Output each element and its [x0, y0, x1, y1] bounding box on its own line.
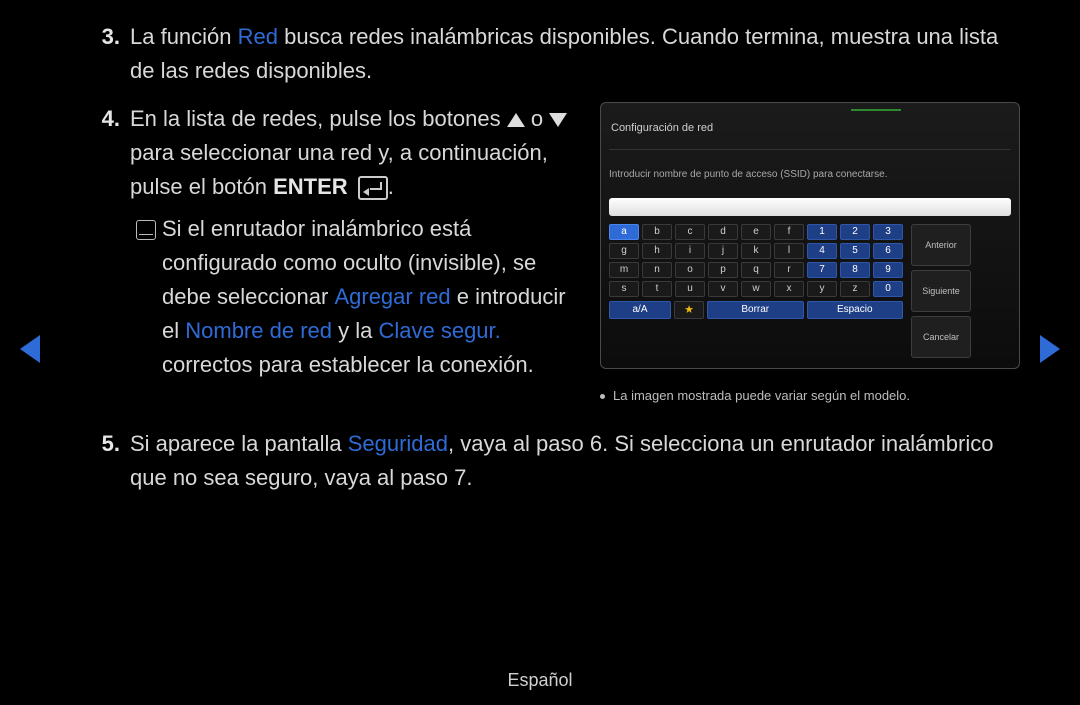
highlight-nombre-red: Nombre de red	[185, 318, 332, 343]
text: Si aparece la pantalla	[130, 431, 348, 456]
text: correctos para establecer la conexión.	[162, 352, 534, 377]
next-button[interactable]: Siguiente	[911, 270, 971, 312]
highlight-red: Red	[238, 24, 278, 49]
text: o	[531, 106, 549, 131]
highlight-clave-segur: Clave segur.	[378, 318, 500, 343]
step-body: Si aparece la pantalla Seguridad, vaya a…	[130, 427, 1020, 495]
highlight-seguridad: Seguridad	[348, 431, 448, 456]
cancel-button[interactable]: Cancelar	[911, 316, 971, 358]
step-number: 5.	[60, 427, 130, 495]
text: .	[388, 174, 394, 199]
next-page-arrow[interactable]	[1040, 335, 1060, 363]
space-key[interactable]: Espacio	[807, 301, 904, 319]
note-icon	[130, 212, 162, 382]
star-key[interactable]: ★	[674, 301, 704, 319]
step-body: La función Red busca redes inalámbricas …	[130, 20, 1020, 88]
step-4: 4. En la lista de redes, pulse los boton…	[60, 102, 1020, 413]
keyboard-grid: abcdef123ghijkl456mnopqr789stuvwxyz0	[609, 224, 903, 297]
ssid-input[interactable]	[609, 198, 1011, 216]
up-arrow-icon	[507, 113, 525, 127]
key-u[interactable]: u	[675, 281, 705, 297]
enter-icon	[358, 176, 388, 200]
keyboard-title: Configuración de red	[609, 109, 1011, 150]
down-arrow-icon	[549, 113, 567, 127]
note-block: Si el enrutador inalámbrico está configu…	[130, 212, 580, 382]
keyboard-message: Introducir nombre de punto de acceso (SS…	[609, 158, 1011, 192]
delete-key[interactable]: Borrar	[707, 301, 804, 319]
bullet-icon	[600, 394, 605, 399]
text: En la lista de redes, pulse los botones	[130, 106, 507, 131]
text: La función	[130, 24, 238, 49]
step-3: 3. La función Red busca redes inalámbric…	[60, 20, 1020, 88]
highlight-agregar-red: Agregar red	[334, 284, 450, 309]
image-disclaimer: La imagen mostrada puede variar según el…	[600, 379, 1020, 413]
note-body: Si el enrutador inalámbrico está configu…	[162, 212, 580, 382]
keyboard-actions: a/A ★ Borrar Espacio	[609, 301, 903, 319]
enter-label: ENTER	[273, 174, 348, 199]
step-5: 5. Si aparece la pantalla Seguridad, vay…	[60, 427, 1020, 495]
network-config-keyboard: Configuración de red Introducir nombre d…	[600, 102, 1020, 369]
instruction-steps: 3. La función Red busca redes inalámbric…	[60, 20, 1020, 495]
key-v[interactable]: v	[708, 281, 738, 297]
language-footer: Español	[0, 670, 1080, 691]
step-number: 4.	[60, 102, 130, 413]
key-0[interactable]: 0	[873, 281, 903, 297]
text: La imagen mostrada puede variar según el…	[613, 388, 910, 403]
text: y la	[332, 318, 378, 343]
star-icon: ★	[684, 305, 694, 316]
keyboard-side-buttons: Anterior Siguiente Cancelar	[911, 224, 971, 358]
shift-key[interactable]: a/A	[609, 301, 671, 319]
key-y[interactable]: y	[807, 281, 837, 297]
prev-button[interactable]: Anterior	[911, 224, 971, 266]
step-number: 3.	[60, 20, 130, 88]
key-x[interactable]: x	[774, 281, 804, 297]
prev-page-arrow[interactable]	[20, 335, 40, 363]
step-body: En la lista de redes, pulse los botones …	[130, 102, 580, 413]
